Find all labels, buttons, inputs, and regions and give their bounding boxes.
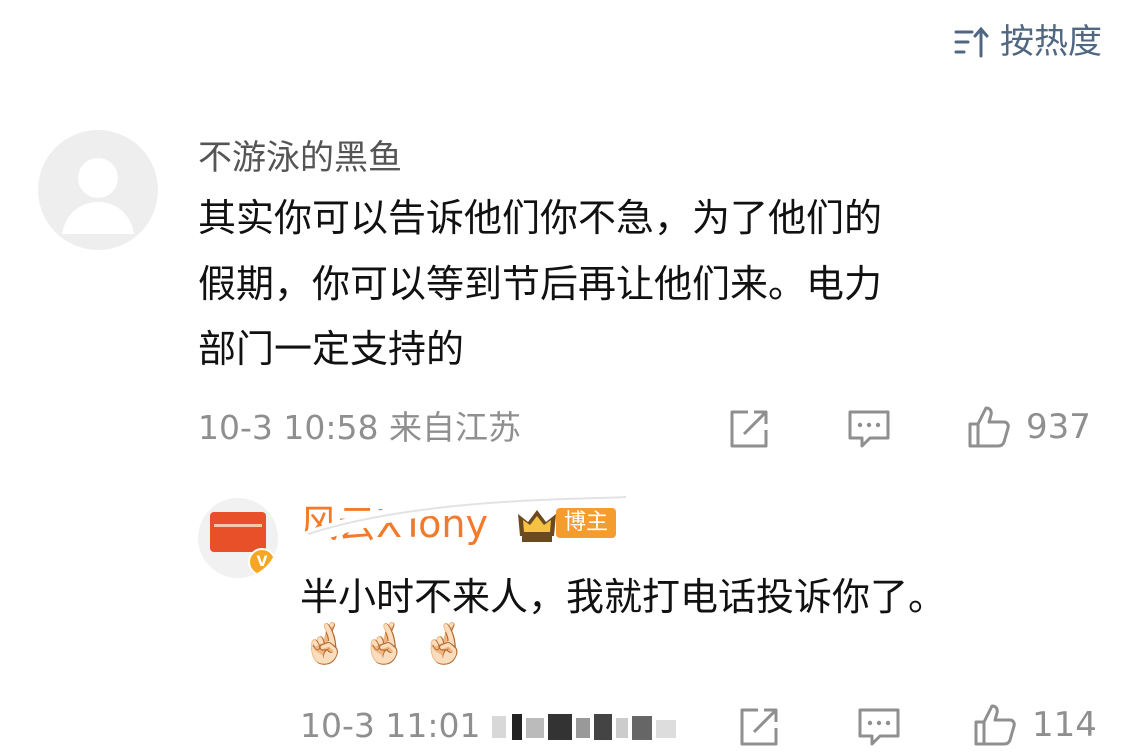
reply-like-button[interactable]: 114	[972, 702, 1097, 748]
comment-icon	[848, 410, 890, 448]
share-icon	[740, 708, 778, 746]
reply-comment-button[interactable]	[856, 704, 902, 750]
emoji-row: 🤞🏻 🤞🏻 🤞🏻	[300, 620, 469, 667]
verified-badge-icon: V	[248, 548, 276, 576]
comment-text-line-2: 假期，你可以等到节后再让他们来。电力	[198, 262, 883, 306]
finger-heart-emoji: 🤞🏻	[419, 621, 470, 667]
sort-by-hot-button[interactable]: 按热度	[954, 22, 1102, 62]
finger-heart-emoji: 🤞🏻	[300, 621, 350, 667]
comment-meta: 10-3 10:58 来自江苏	[198, 408, 521, 447]
blogger-badge: 博主	[556, 508, 617, 538]
redaction-blur	[492, 714, 676, 740]
comment-text-line-1: 其实你可以告诉他们你不急，为了他们的	[198, 196, 883, 240]
sort-label: 按热度	[1000, 22, 1102, 62]
comment-thread: 按热度 不游泳的黑鱼 其实你可以告诉他们你不急，为了他们的 假期，你可以等到节后…	[0, 0, 1140, 754]
thumbs-up-icon	[974, 704, 1016, 746]
like-count: 937	[1026, 407, 1091, 447]
default-avatar-icon	[62, 158, 134, 234]
reply-like-count: 114	[1032, 705, 1097, 745]
reply-button[interactable]	[846, 406, 892, 452]
avatar[interactable]	[38, 130, 158, 250]
reply-meta: 10-3 11:01	[300, 706, 481, 745]
comment-icon	[858, 708, 900, 746]
finger-heart-emoji: 🤞🏻	[359, 621, 410, 667]
like-button[interactable]: 937	[966, 404, 1091, 450]
thumbs-up-icon	[968, 406, 1010, 448]
sort-icon	[954, 26, 989, 58]
reply-text: 半小时不来人，我就打电话投诉你了。	[300, 575, 947, 619]
crown-icon	[518, 510, 556, 542]
reply-share-button[interactable]	[736, 704, 782, 750]
share-button[interactable]	[726, 406, 772, 452]
comment-text-line-3: 部门一定支持的	[198, 327, 465, 371]
share-icon	[730, 410, 768, 448]
comment-author[interactable]: 不游泳的黑鱼	[198, 138, 402, 178]
blogger-avatar[interactable]: V	[198, 498, 278, 578]
